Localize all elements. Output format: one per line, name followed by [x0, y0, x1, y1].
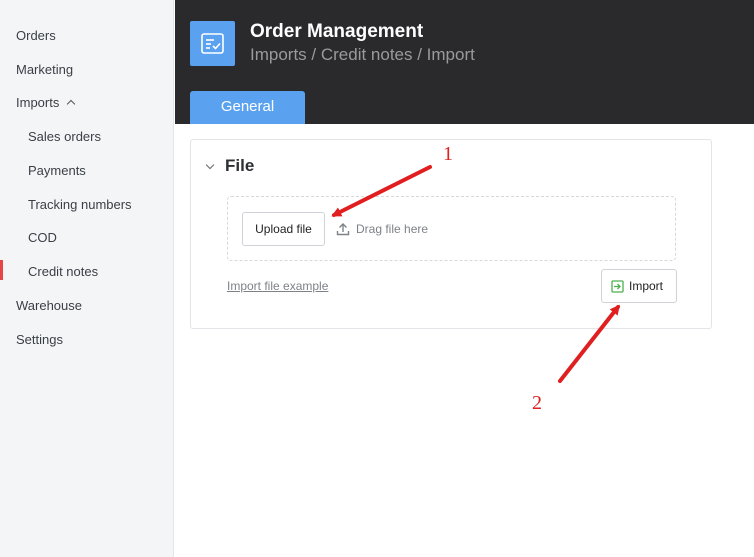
- chevron-down-icon[interactable]: [205, 160, 215, 170]
- import-file-example-link[interactable]: Import file example: [227, 279, 328, 293]
- file-dropzone[interactable]: Upload file Drag file here: [227, 196, 676, 261]
- import-icon: [611, 280, 624, 293]
- annotation-number-2: 2: [532, 392, 542, 414]
- sidebar-item-cod[interactable]: COD: [28, 230, 57, 246]
- drag-hint: Drag file here: [336, 222, 428, 236]
- file-card: File Upload file Drag file here Import f…: [190, 139, 712, 329]
- sidebar-item-sales-orders[interactable]: Sales orders: [28, 129, 101, 145]
- upload-icon: [336, 223, 350, 236]
- sidebar-item-label: Imports: [16, 95, 60, 110]
- tab-general[interactable]: General: [190, 91, 305, 124]
- page-title: Order Management: [250, 21, 424, 42]
- sidebar-item-tracking-numbers[interactable]: Tracking numbers: [28, 197, 132, 213]
- active-indicator: [0, 260, 3, 280]
- sidebar-item-warehouse[interactable]: Warehouse: [16, 298, 82, 314]
- sidebar-item-settings[interactable]: Settings: [16, 332, 63, 348]
- page-header: Order Management Imports / Credit notes …: [175, 0, 754, 124]
- breadcrumb: Imports / Credit notes / Import: [250, 45, 475, 64]
- import-button[interactable]: Import: [601, 269, 677, 303]
- sidebar-item-payments[interactable]: Payments: [28, 163, 86, 179]
- app-icon: [190, 21, 235, 66]
- annotation-number-1: 1: [443, 143, 453, 165]
- upload-file-button[interactable]: Upload file: [242, 212, 325, 246]
- sidebar-item-marketing[interactable]: Marketing: [16, 62, 73, 78]
- section-title: File: [225, 156, 255, 175]
- form-check-icon: [201, 33, 224, 54]
- sidebar-item-orders[interactable]: Orders: [16, 28, 56, 44]
- sidebar-item-credit-notes[interactable]: Credit notes: [28, 264, 98, 280]
- sidebar-item-imports[interactable]: Imports: [16, 95, 76, 111]
- chevron-up-icon: [67, 99, 76, 109]
- import-button-label: Import: [629, 279, 664, 293]
- sidebar: Orders Marketing Imports Sales orders Pa…: [0, 0, 174, 557]
- drag-hint-label: Drag file here: [356, 222, 429, 236]
